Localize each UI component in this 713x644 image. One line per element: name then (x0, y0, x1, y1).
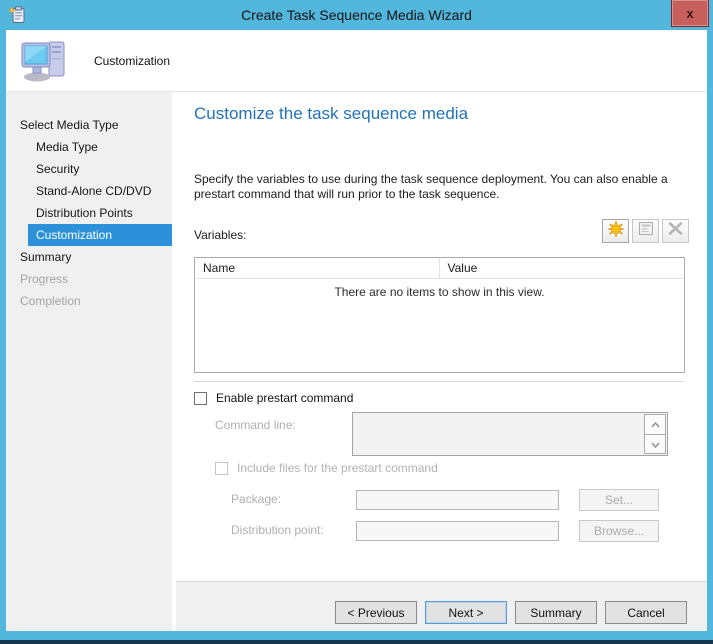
enable-prestart-checkbox[interactable] (194, 391, 207, 405)
page-description: Specify the variables to use during the … (194, 172, 668, 201)
wizard-app-icon (8, 5, 28, 25)
new-variable-button[interactable] (602, 219, 629, 243)
wizard-dialog: Customization Select Media Type Media Ty… (6, 30, 707, 631)
sidebar-item-stand-alone-cd-dvd[interactable]: Stand-Alone CD/DVD (6, 180, 172, 202)
properties-icon (638, 222, 653, 240)
package-field (356, 490, 559, 510)
sidebar-item-distribution-points[interactable]: Distribution Points (6, 202, 172, 224)
delete-button (662, 219, 689, 243)
section-divider (194, 381, 685, 382)
distribution-point-label: Distribution point: (231, 523, 324, 537)
chevron-up-icon (650, 415, 660, 433)
sidebar-item-customization[interactable]: Customization (28, 224, 172, 246)
enable-prestart-row: Enable prestart command (194, 391, 353, 405)
wizard-footer: < Previous Next > Summary Cancel (176, 581, 707, 631)
chevron-down-icon (650, 435, 660, 453)
include-files-checkbox (215, 461, 228, 475)
command-line-field (352, 412, 668, 456)
include-files-row: Include files for the prestart command (215, 461, 438, 475)
variables-list[interactable]: Name Value There are no items to show in… (194, 257, 685, 373)
variables-label: Variables: (194, 228, 247, 242)
new-star-icon (607, 219, 624, 242)
variables-list-header: Name Value (195, 258, 684, 279)
command-line-scrollbar (644, 414, 666, 454)
wizard-step-title: Customization (94, 53, 171, 68)
scroll-up-button (644, 414, 666, 435)
wizard-window: Create Task Sequence Media Wizard x Cust… (0, 0, 713, 644)
name-column-header[interactable]: Name (195, 258, 440, 278)
wizard-header: Customization (6, 30, 707, 92)
sidebar-item-summary[interactable]: Summary (6, 246, 172, 268)
cancel-button[interactable]: Cancel (605, 601, 687, 624)
window-bottom-edge (0, 640, 713, 644)
sidebar-item-media-type[interactable]: Media Type (6, 136, 172, 158)
page-title: Customize the task sequence media (194, 104, 469, 123)
value-column-header[interactable]: Value (440, 258, 685, 278)
summary-button[interactable]: Summary (515, 601, 597, 624)
sidebar-item-security[interactable]: Security (6, 158, 172, 180)
set-button: Set... (579, 489, 659, 511)
window-title: Create Task Sequence Media Wizard (241, 7, 472, 23)
scroll-down-button (644, 433, 666, 454)
properties-button (632, 219, 659, 243)
package-label: Package: (231, 492, 282, 506)
wizard-steps-sidebar: Select Media Type Media Type Security St… (6, 92, 172, 631)
computer-icon (20, 38, 72, 84)
next-button[interactable]: Next > (425, 601, 507, 624)
browse-button: Browse... (579, 520, 659, 542)
sidebar-item-completion: Completion (20, 294, 81, 308)
previous-button[interactable]: < Previous (335, 601, 417, 624)
include-files-label: Include files for the prestart command (237, 461, 438, 475)
customization-page: Customize the task sequence media Specif… (176, 92, 707, 581)
wizard-body: Select Media Type Media Type Security St… (6, 92, 707, 631)
titlebar: Create Task Sequence Media Wizard x (0, 0, 713, 30)
delete-x-icon (668, 222, 683, 240)
command-line-label: Command line: (215, 418, 296, 432)
close-button[interactable]: x (671, 0, 709, 27)
distribution-point-field (356, 521, 559, 541)
sidebar-item-select-media-type[interactable]: Select Media Type (6, 114, 172, 136)
variables-toolbar (602, 219, 689, 243)
close-icon: x (686, 5, 694, 21)
empty-list-message: There are no items to show in this view. (334, 285, 545, 299)
sidebar-item-progress: Progress (20, 272, 69, 286)
command-line-textarea (353, 413, 643, 455)
enable-prestart-label: Enable prestart command (216, 391, 354, 405)
